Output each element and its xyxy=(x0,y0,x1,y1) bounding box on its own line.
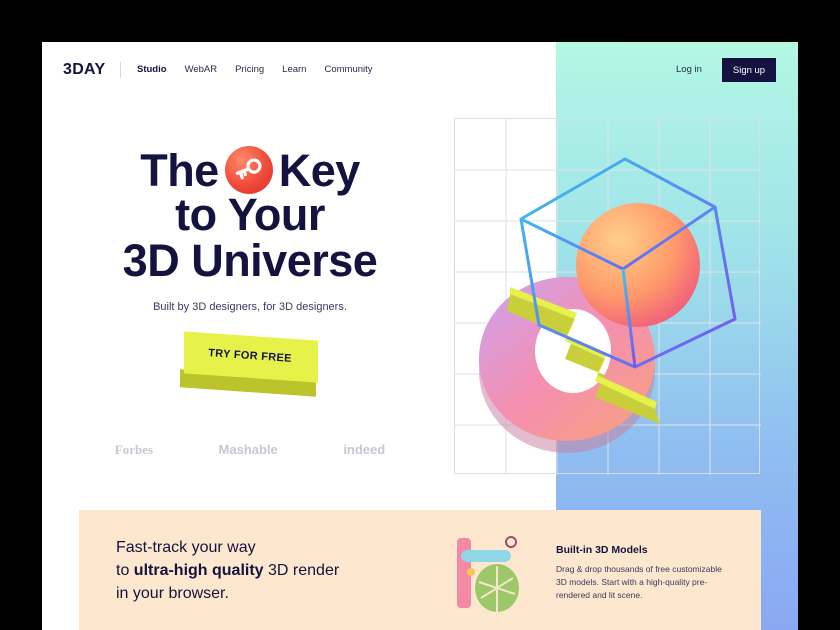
band-line-1: Fast-track your way xyxy=(116,539,256,556)
try-for-free-button[interactable]: TRY FOR FREE xyxy=(180,331,320,402)
feature-band: Fast-track your way to ultra-high qualit… xyxy=(79,510,761,630)
signup-button[interactable]: Sign up xyxy=(722,58,776,82)
band-line-2-bold: ultra-high quality xyxy=(133,562,264,579)
feature-title: Built-in 3D Models xyxy=(556,544,648,556)
press-logo-forbes: Forbes xyxy=(114,442,154,457)
nav-divider xyxy=(120,62,121,78)
login-link[interactable]: Log in xyxy=(676,64,702,75)
hero-3d-scene xyxy=(455,119,761,475)
hero-subtitle: Built by 3D designers, for 3D designers. xyxy=(153,301,347,313)
press-logos: Forbes Mashable indeed xyxy=(82,442,418,458)
hero-title-line-2: to Your xyxy=(175,189,325,240)
band-line-3: in your browser. xyxy=(116,585,229,602)
key-icon xyxy=(224,146,273,194)
band-line-2-suffix: 3D render xyxy=(263,562,340,579)
band-headline: Fast-track your way to ultra-high qualit… xyxy=(116,536,339,605)
sphere-shape xyxy=(576,203,700,327)
hero-title: The Key to Your 3D Universe xyxy=(82,146,418,284)
main-nav: Studio WebAR Pricing Learn Community xyxy=(137,64,373,75)
band-line-2: to ultra-high quality 3D render xyxy=(116,559,339,582)
band-line-2-prefix: to xyxy=(116,562,134,579)
nav-item-learn[interactable]: Learn xyxy=(282,64,306,75)
logo[interactable]: 3DAY xyxy=(63,61,105,79)
nav-item-community[interactable]: Community xyxy=(324,64,372,75)
feature-description: Drag & drop thousands of free customizab… xyxy=(556,564,722,600)
page-frame: 3DAY Studio WebAR Pricing Learn Communit… xyxy=(42,42,798,630)
nav-item-studio[interactable]: Studio xyxy=(137,64,167,75)
press-logo-mashable: Mashable xyxy=(218,442,278,457)
models-illustration xyxy=(457,536,519,612)
nav-item-webar[interactable]: WebAR xyxy=(185,64,218,75)
hero-title-line-3: 3D Universe xyxy=(122,235,378,286)
nav-item-pricing[interactable]: Pricing xyxy=(235,64,264,75)
press-logo-indeed: indeed xyxy=(343,442,386,457)
hero-illustration xyxy=(454,118,761,475)
hero-title-line-1: The Key xyxy=(82,146,418,194)
